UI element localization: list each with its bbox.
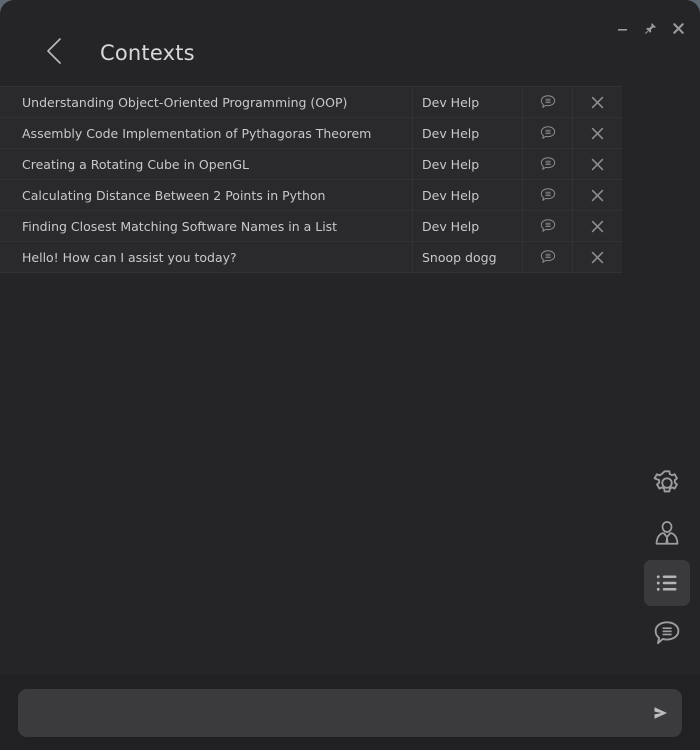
table-row[interactable]: Assembly Code Implementation of Pythagor… — [0, 118, 622, 149]
send-icon — [649, 702, 671, 724]
window-controls — [614, 20, 686, 36]
context-title: Assembly Code Implementation of Pythagor… — [0, 118, 413, 148]
composer — [0, 675, 700, 750]
rail-item-chat[interactable] — [644, 610, 690, 656]
send-button[interactable] — [638, 689, 682, 737]
titlebar: Contexts — [0, 30, 700, 76]
context-persona: Snoop dogg — [413, 242, 523, 272]
rail-item-settings[interactable] — [644, 460, 690, 506]
chat-bubble-icon — [540, 156, 556, 172]
context-persona: Dev Help — [413, 211, 523, 241]
app-window: Contexts Understanding Object-Oriented P… — [0, 0, 700, 750]
delete-context-button[interactable] — [573, 118, 622, 148]
chevron-left-icon — [42, 36, 68, 70]
gear-icon — [652, 468, 682, 498]
table-row[interactable]: Hello! How can I assist you today? Snoop… — [0, 242, 622, 273]
chat-bubble-icon — [540, 249, 556, 265]
close-icon — [590, 126, 605, 141]
message-input-wrap — [18, 688, 682, 737]
pin-button[interactable] — [642, 20, 658, 36]
chat-bubble-icon — [540, 218, 556, 234]
minimize-button[interactable] — [614, 20, 630, 36]
chat-bubble-icon — [540, 187, 556, 203]
close-icon — [590, 157, 605, 172]
context-title: Finding Closest Matching Software Names … — [0, 211, 413, 241]
close-icon — [590, 250, 605, 265]
pin-icon — [644, 22, 657, 35]
rail-item-contexts[interactable] — [644, 560, 690, 606]
table-row[interactable]: Finding Closest Matching Software Names … — [0, 211, 622, 242]
chat-bubble-icon — [652, 618, 682, 648]
open-context-button[interactable] — [523, 180, 573, 210]
delete-context-button[interactable] — [573, 242, 622, 272]
context-title: Creating a Rotating Cube in OpenGL — [0, 149, 413, 179]
list-icon — [652, 568, 682, 598]
context-persona: Dev Help — [413, 149, 523, 179]
page-title: Contexts — [100, 41, 195, 65]
delete-context-button[interactable] — [573, 87, 622, 117]
context-title: Understanding Object-Oriented Programmin… — [0, 87, 413, 117]
chat-bubble-icon — [540, 94, 556, 110]
contexts-table: Understanding Object-Oriented Programmin… — [0, 86, 622, 273]
message-input[interactable] — [18, 688, 638, 737]
table-row[interactable]: Creating a Rotating Cube in OpenGL Dev H… — [0, 149, 622, 180]
context-persona: Dev Help — [413, 118, 523, 148]
context-title: Calculating Distance Between 2 Points in… — [0, 180, 413, 210]
context-persona: Dev Help — [413, 87, 523, 117]
open-context-button[interactable] — [523, 87, 573, 117]
chat-bubble-icon — [540, 125, 556, 141]
rail-item-personas[interactable] — [644, 510, 690, 556]
close-button[interactable] — [670, 20, 686, 36]
context-persona: Dev Help — [413, 180, 523, 210]
delete-context-button[interactable] — [573, 211, 622, 241]
table-row[interactable]: Understanding Object-Oriented Programmin… — [0, 87, 622, 118]
close-icon — [672, 22, 685, 35]
right-rail — [644, 460, 690, 656]
open-context-button[interactable] — [523, 242, 573, 272]
open-context-button[interactable] — [523, 211, 573, 241]
delete-context-button[interactable] — [573, 180, 622, 210]
close-icon — [590, 95, 605, 110]
open-context-button[interactable] — [523, 149, 573, 179]
minimize-icon — [616, 22, 629, 35]
close-icon — [590, 188, 605, 203]
person-suit-icon — [652, 518, 682, 548]
table-row[interactable]: Calculating Distance Between 2 Points in… — [0, 180, 622, 211]
delete-context-button[interactable] — [573, 149, 622, 179]
context-title: Hello! How can I assist you today? — [0, 242, 413, 272]
close-icon — [590, 219, 605, 234]
open-context-button[interactable] — [523, 118, 573, 148]
back-button[interactable] — [32, 30, 78, 76]
